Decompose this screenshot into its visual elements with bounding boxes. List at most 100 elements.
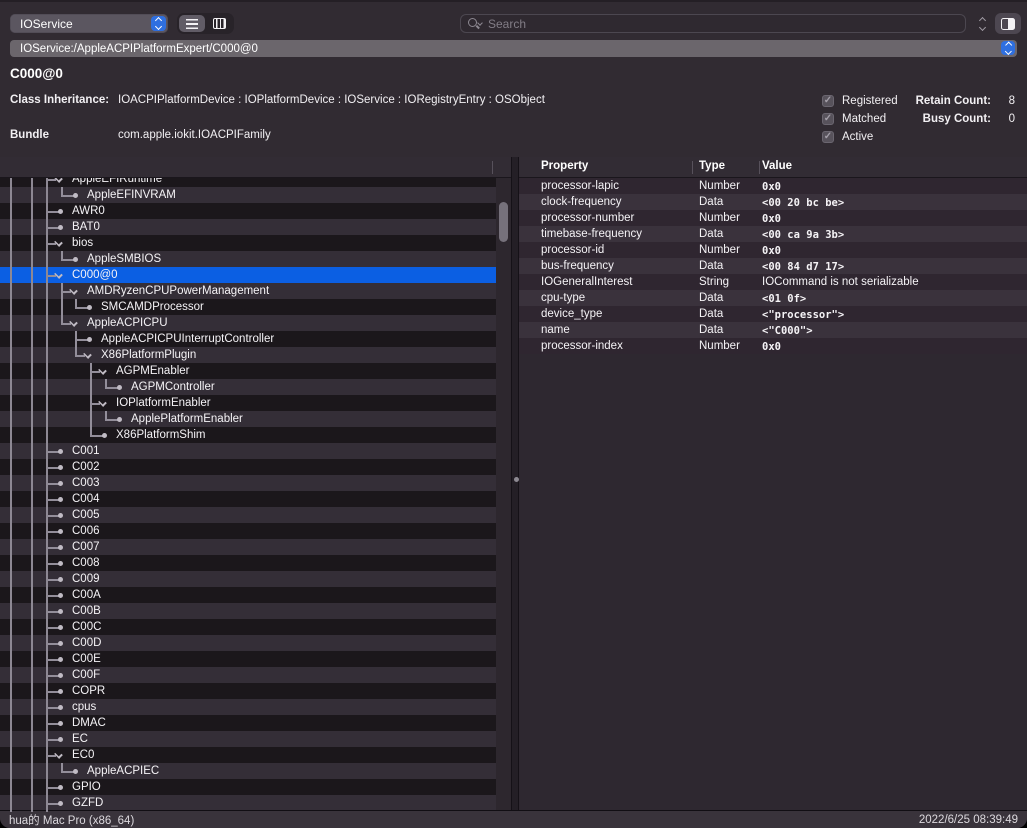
tree-node-label: C00C [72,621,101,633]
tree-row-C001[interactable]: C001 [0,443,496,459]
tree-row-AMDRyzenCPUPowerManagement[interactable]: AMDRyzenCPUPowerManagement [0,283,496,299]
node-bullet-icon [58,497,63,502]
tree-row-C002[interactable]: C002 [0,459,496,475]
tree-row-C00D[interactable]: C00D [0,635,496,651]
property-row-device_type[interactable]: device_typeData<"processor"> [519,306,1027,322]
tree-row-AGPMEnabler[interactable]: AGPMEnabler [0,363,496,379]
tree-row-AppleEFINVRAM[interactable]: AppleEFINVRAM [0,187,496,203]
tree-node-label: AGPMEnabler [116,365,190,377]
property-value: <00 84 d7 17> [762,261,844,273]
split-divider[interactable] [511,157,519,812]
tree-row-ApplePlatformEnabler[interactable]: ApplePlatformEnabler [0,411,496,427]
node-bullet-icon [87,305,92,310]
tree-row-GPIO[interactable]: GPIO [0,779,496,795]
tree-row-AppleEFIRuntime[interactable]: AppleEFIRuntime [0,178,496,187]
property-row-processor-id[interactable]: processor-idNumber0x0 [519,242,1027,258]
property-row-clock-frequency[interactable]: clock-frequencyData<00 20 bc be> [519,194,1027,210]
tree-row-BAT0[interactable]: BAT0 [0,219,496,235]
matched-checkbox[interactable]: ✓ [822,113,834,125]
tree-row-C008[interactable]: C008 [0,555,496,571]
node-bullet-icon [58,673,63,678]
node-bullet-icon [58,465,63,470]
column-view-segment[interactable] [206,15,232,32]
retain-count-value: 8 [991,95,1015,107]
tree-guide-line [31,178,33,812]
retain-count-row: Retain Count: 8 [905,92,1015,110]
node-bullet-icon [58,481,63,486]
node-bullet-icon [58,225,63,230]
tree-row-C004[interactable]: C004 [0,491,496,507]
tree-row-C005[interactable]: C005 [0,507,496,523]
tree-row-C000@0[interactable]: C000@0 [0,267,496,283]
tree-row-C003[interactable]: C003 [0,475,496,491]
search-field[interactable] [460,14,966,33]
active-checkbox[interactable]: ✓ [822,131,834,143]
tree-node-label: C004 [72,493,100,505]
list-view-segment[interactable] [179,15,205,32]
property-type: Number [699,340,740,352]
tree-guide-line [90,411,92,427]
property-row-processor-index[interactable]: processor-indexNumber0x0 [519,338,1027,354]
tree-row-bios[interactable]: bios [0,235,496,251]
tree-row-cpus[interactable]: cpus [0,699,496,715]
tree-scrollbar-thumb[interactable] [499,202,508,242]
busy-count-row: Busy Count: 0 [905,110,1015,128]
tree-node-label: EC0 [72,749,94,761]
tree-row-AppleACPICPU[interactable]: AppleACPICPU [0,315,496,331]
tree-row-C009[interactable]: C009 [0,571,496,587]
split-divider-handle[interactable] [514,477,519,482]
tree-row-GZFD[interactable]: GZFD [0,795,496,811]
tree-row-C00F[interactable]: C00F [0,667,496,683]
list-view-icon [186,19,198,29]
tree-row-AppleACPICPUInterruptController[interactable]: AppleACPICPUInterruptController [0,331,496,347]
property-row-IOGeneralInterest[interactable]: IOGeneralInterestStringIOCommand is not … [519,274,1027,290]
property-name: processor-lapic [541,180,619,192]
plane-popup-button[interactable]: IOService [10,14,168,33]
tree-row-DMAC[interactable]: DMAC [0,715,496,731]
property-column-header[interactable]: Property [541,160,588,172]
tree-row-C00E[interactable]: C00E [0,651,496,667]
tree-row-C00C[interactable]: C00C [0,619,496,635]
path-bar[interactable]: IOService:/AppleACPIPlatformExpert/C000@… [10,40,1017,57]
tree-row-SMCAMDProcessor[interactable]: SMCAMDProcessor [0,299,496,315]
node-bullet-icon [58,721,63,726]
tree-row-EC0[interactable]: EC0 [0,747,496,763]
property-value: 0x0 [762,181,781,193]
tree-row-AppleSMBIOS[interactable]: AppleSMBIOS [0,251,496,267]
registry-tree-panel: AppleEFIRuntimeAppleEFINVRAMAWR0BAT0bios… [0,157,511,812]
tree-row-X86PlatformPlugin[interactable]: X86PlatformPlugin [0,347,496,363]
property-row-timebase-frequency[interactable]: timebase-frequencyData<00 ca 9a 3b> [519,226,1027,242]
tree-row-C00B[interactable]: C00B [0,603,496,619]
tree-row-COPR[interactable]: COPR [0,683,496,699]
registered-checkbox[interactable]: ✓ [822,95,834,107]
node-bullet-icon [117,385,122,390]
property-row-processor-lapic[interactable]: processor-lapic Number 0x0 [519,178,1027,194]
inspector-toggle-button[interactable] [995,13,1021,34]
tree-node-label: C006 [72,525,100,537]
property-name: IOGeneralInterest [541,276,632,288]
property-type: Number [699,180,740,192]
property-row-cpu-type[interactable]: cpu-typeData<01 0f> [519,290,1027,306]
node-bullet-icon [58,209,63,214]
search-input[interactable] [486,16,906,32]
property-column-divider [692,161,693,174]
tree-row-IOPlatformEnabler[interactable]: IOPlatformEnabler [0,395,496,411]
node-bullet-icon [58,657,63,662]
state-checkboxes: ✓ Registered ✓ Matched ✓ Active [822,92,898,146]
bundle-value: com.apple.iokit.IOACPIFamily [118,129,271,141]
tree-row-X86PlatformShim[interactable]: X86PlatformShim [0,427,496,443]
type-column-header[interactable]: Type [699,160,725,172]
tree-row-AWR0[interactable]: AWR0 [0,203,496,219]
tree-row-C006[interactable]: C006 [0,523,496,539]
tree-row-EC[interactable]: EC [0,731,496,747]
tree-row-AGPMController[interactable]: AGPMController [0,379,496,395]
tree-node-label: C005 [72,509,100,521]
property-row-processor-number[interactable]: processor-numberNumber0x0 [519,210,1027,226]
property-row-name[interactable]: nameData<"C000"> [519,322,1027,338]
tree-row-AppleACPIEC[interactable]: AppleACPIEC [0,763,496,779]
property-row-bus-frequency[interactable]: bus-frequencyData<00 84 d7 17> [519,258,1027,274]
tree-row-C007[interactable]: C007 [0,539,496,555]
tree-row-C00A[interactable]: C00A [0,587,496,603]
search-result-stepper[interactable] [974,15,990,33]
value-column-header[interactable]: Value [762,160,792,172]
